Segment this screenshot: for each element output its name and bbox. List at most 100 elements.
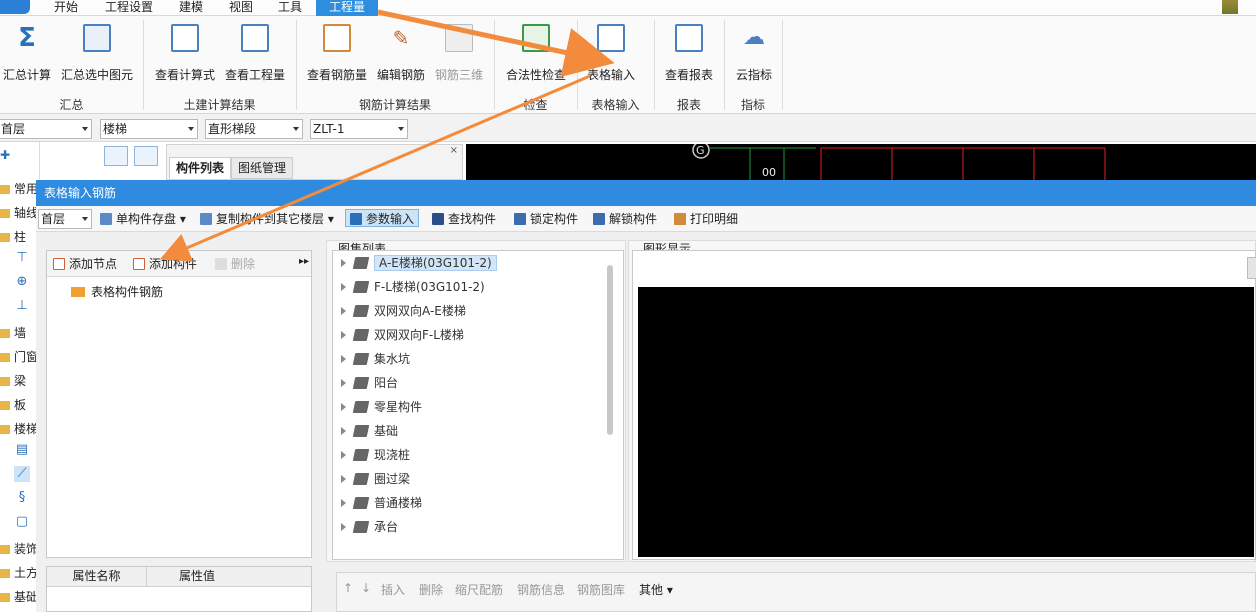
save-component-button[interactable]: 单构件存盘 ▾ — [100, 210, 186, 228]
graphic-canvas[interactable] — [638, 287, 1254, 557]
copy-to-floor-button[interactable]: 复制构件到其它楼层 ▾ — [200, 210, 334, 228]
atlas-item[interactable]: 双网双向A-E楼梯 — [341, 301, 466, 321]
menu-start[interactable]: 开始 — [50, 0, 82, 16]
delete-button[interactable]: 删除 — [215, 255, 255, 273]
close-icon[interactable]: × — [450, 145, 458, 156]
menu-view[interactable]: 视图 — [225, 0, 257, 16]
summary-calc-button[interactable]: Σ 汇总计算 — [0, 22, 54, 90]
lock-component-button[interactable]: 锁定构件 — [514, 210, 578, 228]
tab-drawing-manage[interactable]: 图纸管理 — [231, 157, 294, 179]
app-logo-icon[interactable] — [0, 0, 30, 14]
atlas-item[interactable]: F-L楼梯(03G101-2) — [341, 277, 485, 297]
unlock-component-button[interactable]: 解锁构件 — [593, 210, 657, 228]
dialog-floor-select[interactable]: 首层 — [38, 209, 92, 229]
folder-icon — [0, 233, 10, 242]
nav-axis[interactable]: 轴线 — [0, 204, 38, 221]
atlas-item[interactable]: 双网双向F-L楼梯 — [341, 325, 464, 345]
add-component-button[interactable]: 添加构件 — [133, 255, 197, 273]
quantity-search-icon — [241, 24, 269, 52]
atlas-item[interactable]: 集水坑 — [341, 349, 410, 369]
atlas-item[interactable]: 阳台 — [341, 373, 398, 393]
nav-earthwork[interactable]: 土方 — [0, 564, 38, 581]
scaled-rebar-button[interactable]: 缩尺配筋 — [455, 581, 503, 598]
menu-project-settings[interactable]: 工程设置 — [101, 0, 157, 16]
component-select[interactable]: ZLT-1 — [310, 119, 408, 139]
unlock-icon — [593, 213, 605, 225]
column-cap-icon[interactable]: ⊕ — [14, 274, 30, 290]
nav-wall[interactable]: 墙 — [0, 324, 26, 341]
atlas-item[interactable]: 承台 — [341, 517, 398, 537]
view-quantity-button[interactable]: 查看工程量 — [220, 22, 290, 90]
chevron-down-icon — [293, 127, 299, 131]
delete-row-button[interactable]: 删除 — [419, 581, 443, 598]
summary-selected-button[interactable]: 汇总选中图元 — [58, 22, 136, 90]
pencil-icon: ✎ — [392, 26, 410, 50]
atlas-item[interactable]: 基础 — [341, 421, 398, 441]
floor-select[interactable]: 首层 — [0, 119, 92, 139]
nav-common[interactable]: 常用 — [0, 180, 38, 197]
rebar-3d-button[interactable]: 钢筋三维 — [430, 22, 488, 90]
rebar-library-button[interactable]: 钢筋图库 — [577, 581, 625, 598]
nav-decoration[interactable]: 装饰 — [0, 540, 38, 557]
insert-button[interactable]: 插入 — [381, 581, 405, 598]
graphic-option-button[interactable] — [1247, 257, 1256, 279]
expand-arrow-icon — [341, 403, 346, 411]
view-formula-button[interactable]: 查看计算式 — [150, 22, 220, 90]
nav-stair[interactable]: 楼梯 — [0, 420, 38, 437]
folder-icon — [0, 329, 10, 338]
nav-slab[interactable]: 板 — [0, 396, 26, 413]
stair-icon[interactable]: ▤ — [14, 442, 30, 458]
rebar-3d-icon — [445, 24, 473, 52]
tree-root[interactable]: 表格构件钢筋 — [71, 283, 163, 300]
cloud-index-button[interactable]: ☁ 云指标 — [728, 22, 780, 90]
legality-check-button[interactable]: 合法性检查 — [500, 22, 572, 90]
menu-quantities[interactable]: 工程量 — [316, 0, 378, 16]
menu-tools[interactable]: 工具 — [274, 0, 306, 16]
more-icon[interactable]: ▸▸ — [299, 256, 309, 267]
nav-beam[interactable]: 梁 — [0, 372, 26, 389]
menu-modeling[interactable]: 建模 — [175, 0, 207, 16]
drawing-viewport[interactable]: G 00 — [466, 141, 1256, 183]
param-input-button[interactable]: 参数输入 — [345, 209, 420, 227]
move-up-icon[interactable]: ↑ — [343, 581, 353, 595]
move-down-icon[interactable]: ↓ — [361, 581, 371, 595]
menu-bar: 开始 工程设置 建模 视图 工具 工程量 — [0, 0, 1256, 16]
spiral-icon[interactable]: § — [14, 490, 30, 506]
find-component-button[interactable]: 查找构件 — [432, 210, 496, 228]
type-select[interactable]: 直形梯段 — [205, 119, 303, 139]
column-icon[interactable]: ⊤ — [14, 250, 30, 266]
edit-rebar-button[interactable]: ✎ 编辑钢筋 — [372, 22, 430, 90]
book-icon — [352, 401, 370, 413]
other-menu-button[interactable]: 其他 ▾ — [639, 581, 673, 598]
nav-column[interactable]: 柱 — [0, 228, 26, 245]
chevron-down-icon — [82, 217, 88, 221]
avatar[interactable] — [1222, 0, 1238, 14]
view-report-button[interactable]: 查看报表 — [660, 22, 718, 90]
pillar-icon[interactable]: ⊥ — [14, 298, 30, 314]
detail-view-icon[interactable] — [134, 146, 158, 166]
atlas-item[interactable]: 普通楼梯 — [341, 493, 422, 513]
nav-door-window[interactable]: 门窗 — [0, 348, 38, 365]
atlas-scrollbar[interactable] — [607, 265, 613, 435]
add-node-button[interactable]: 添加节点 — [53, 255, 117, 273]
tab-component-list[interactable]: 构件列表 — [169, 157, 232, 179]
atlas-item[interactable]: 圈过梁 — [341, 469, 410, 489]
view-rebar-button[interactable]: 查看钢筋量 — [302, 22, 372, 90]
expand-arrow-icon — [341, 331, 346, 339]
print-detail-button[interactable]: 打印明细 — [674, 210, 738, 228]
expand-arrow-icon — [341, 451, 346, 459]
folder-icon — [0, 425, 10, 434]
sigma-icon: Σ — [18, 23, 36, 53]
add-node-icon — [53, 258, 65, 270]
stair-flight-icon[interactable]: ⟋ — [14, 466, 30, 482]
pin-icon[interactable]: ✚ — [0, 148, 10, 162]
atlas-item[interactable]: A-E楼梯(03G101-2) — [341, 253, 497, 273]
nav-foundation[interactable]: 基础 — [0, 588, 38, 605]
category-select[interactable]: 楼梯 — [100, 119, 198, 139]
table-input-button[interactable]: 表格输入 — [580, 22, 642, 90]
list-view-icon[interactable] — [104, 146, 128, 166]
atlas-item[interactable]: 零星构件 — [341, 397, 422, 417]
rebar-info-button[interactable]: 钢筋信息 — [517, 581, 565, 598]
atlas-item[interactable]: 现浇桩 — [341, 445, 410, 465]
landing-icon[interactable]: ▢ — [14, 514, 30, 530]
